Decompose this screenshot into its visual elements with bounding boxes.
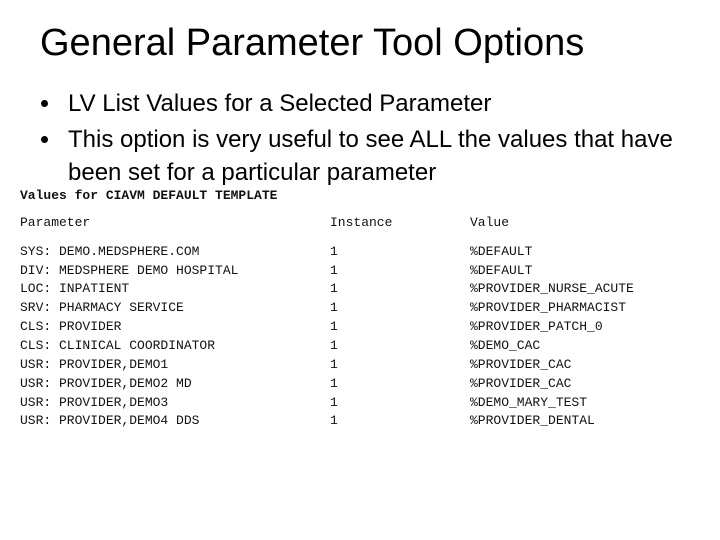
terminal-row: DIV: MEDSPHERE DEMO HOSPITAL1%DEFAULT <box>20 262 680 281</box>
terminal-row: USR: PROVIDER,DEMO11%PROVIDER_CAC <box>20 356 680 375</box>
cell-value: %DEMO_MARY_TEST <box>470 394 680 413</box>
cell-instance: 1 <box>330 375 470 394</box>
cell-parameter: DIV: MEDSPHERE DEMO HOSPITAL <box>20 262 330 281</box>
cell-parameter: USR: PROVIDER,DEMO2 MD <box>20 375 330 394</box>
terminal-output: Values for CIAVM DEFAULT TEMPLATE Parame… <box>20 187 680 431</box>
terminal-row: CLS: CLINICAL COORDINATOR1%DEMO_CAC <box>20 337 680 356</box>
slide-title: General Parameter Tool Options <box>40 24 680 64</box>
col-header-parameter: Parameter <box>20 214 330 233</box>
terminal-row: USR: PROVIDER,DEMO2 MD1%PROVIDER_CAC <box>20 375 680 394</box>
slide: General Parameter Tool Options LV List V… <box>0 0 720 540</box>
terminal-row: SYS: DEMO.MEDSPHERE.COM1%DEFAULT <box>20 243 680 262</box>
cell-value: %DEFAULT <box>470 262 680 281</box>
cell-instance: 1 <box>330 280 470 299</box>
bullet-item: LV List Values for a Selected Parameter <box>62 88 680 120</box>
cell-parameter: CLS: PROVIDER <box>20 318 330 337</box>
bullet-list: LV List Values for a Selected Parameter … <box>40 88 680 189</box>
terminal-rows: SYS: DEMO.MEDSPHERE.COM1%DEFAULTDIV: MED… <box>20 243 680 431</box>
terminal-columns-header: Parameter Instance Value <box>20 214 680 233</box>
col-header-instance: Instance <box>330 214 470 233</box>
cell-value: %PROVIDER_CAC <box>470 356 680 375</box>
cell-parameter: SYS: DEMO.MEDSPHERE.COM <box>20 243 330 262</box>
cell-value: %PROVIDER_PATCH_0 <box>470 318 680 337</box>
terminal-row: USR: PROVIDER,DEMO31%DEMO_MARY_TEST <box>20 394 680 413</box>
cell-value: %PROVIDER_PHARMACIST <box>470 299 680 318</box>
cell-instance: 1 <box>330 394 470 413</box>
cell-instance: 1 <box>330 356 470 375</box>
cell-parameter: CLS: CLINICAL COORDINATOR <box>20 337 330 356</box>
cell-value: %PROVIDER_DENTAL <box>470 412 680 431</box>
terminal-header: Values for CIAVM DEFAULT TEMPLATE <box>20 187 680 206</box>
cell-instance: 1 <box>330 412 470 431</box>
cell-parameter: USR: PROVIDER,DEMO3 <box>20 394 330 413</box>
cell-parameter: USR: PROVIDER,DEMO1 <box>20 356 330 375</box>
cell-instance: 1 <box>330 337 470 356</box>
terminal-row: SRV: PHARMACY SERVICE1%PROVIDER_PHARMACI… <box>20 299 680 318</box>
cell-instance: 1 <box>330 262 470 281</box>
terminal-row: USR: PROVIDER,DEMO4 DDS1%PROVIDER_DENTAL <box>20 412 680 431</box>
cell-value: %DEFAULT <box>470 243 680 262</box>
cell-parameter: USR: PROVIDER,DEMO4 DDS <box>20 412 330 431</box>
col-header-value: Value <box>470 214 680 233</box>
cell-value: %PROVIDER_NURSE_ACUTE <box>470 280 680 299</box>
cell-parameter: SRV: PHARMACY SERVICE <box>20 299 330 318</box>
cell-instance: 1 <box>330 299 470 318</box>
cell-instance: 1 <box>330 243 470 262</box>
bullet-item: This option is very useful to see ALL th… <box>62 124 680 189</box>
cell-value: %DEMO_CAC <box>470 337 680 356</box>
terminal-row: LOC: INPATIENT1%PROVIDER_NURSE_ACUTE <box>20 280 680 299</box>
terminal-row: CLS: PROVIDER1%PROVIDER_PATCH_0 <box>20 318 680 337</box>
cell-instance: 1 <box>330 318 470 337</box>
cell-parameter: LOC: INPATIENT <box>20 280 330 299</box>
cell-value: %PROVIDER_CAC <box>470 375 680 394</box>
